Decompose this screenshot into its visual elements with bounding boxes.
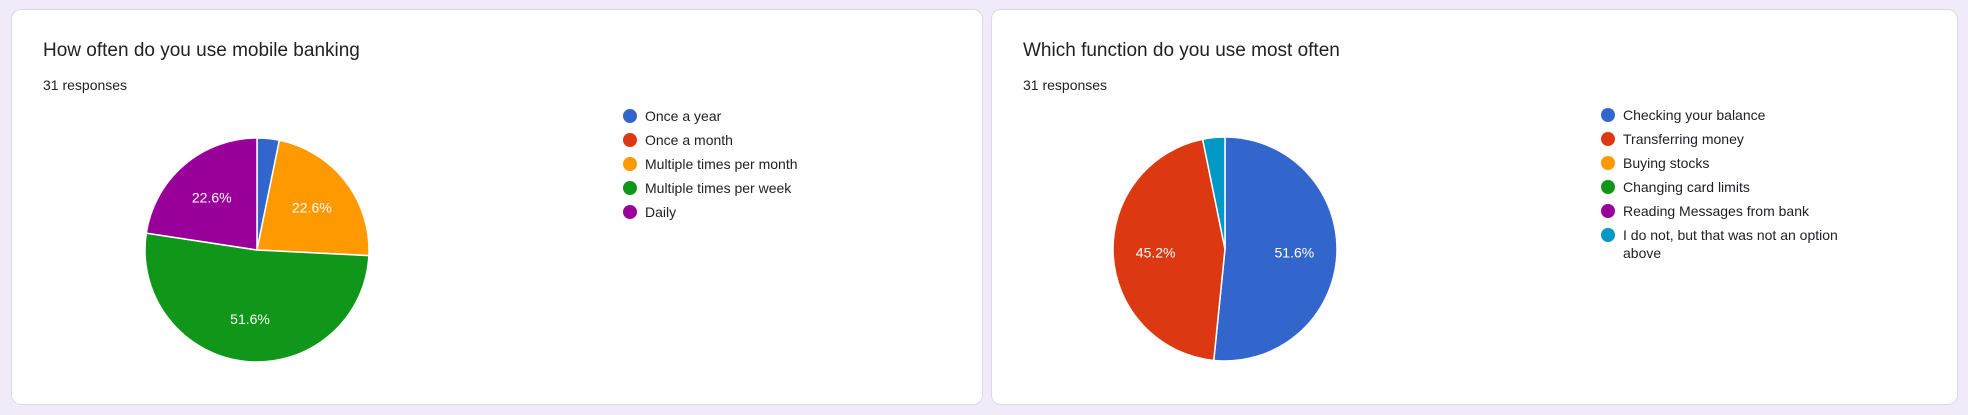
- legend-swatch: [623, 133, 637, 147]
- legend-swatch: [1601, 204, 1615, 218]
- legend-swatch: [623, 181, 637, 195]
- slice-label-multiple-times-per-week: 51.6%: [230, 311, 270, 327]
- legend-item-once-a-month: Once a month: [623, 131, 895, 149]
- legend-swatch: [623, 157, 637, 171]
- legend-swatch: [1601, 180, 1615, 194]
- legend-swatch: [623, 109, 637, 123]
- legend-label: Multiple times per week: [645, 180, 792, 196]
- legend-item-changing-card-limits: Changing card limits: [1601, 178, 1873, 196]
- legend-label: Transferring money: [1623, 131, 1744, 147]
- legend-item-once-a-year: Once a year: [623, 107, 895, 125]
- slice-label-daily: 22.6%: [192, 189, 232, 205]
- chart-legend: Once a year Once a month Multiple times pe…: [623, 107, 895, 227]
- slice-label-transferring-money: 45.2%: [1136, 244, 1176, 260]
- legend-swatch: [1601, 132, 1615, 146]
- legend-item-buying-stocks: Buying stocks: [1601, 154, 1873, 172]
- legend-item-multiple-times-per-month: Multiple times per month: [623, 155, 895, 173]
- legend-label: Buying stocks: [1623, 155, 1710, 171]
- slice-label-multiple-times-per-month: 22.6%: [292, 199, 332, 215]
- legend-item-multiple-times-per-week: Multiple times per week: [623, 179, 895, 197]
- legend-label: Reading Messages from bank: [1623, 203, 1809, 219]
- legend-item-i-do-not-but-that-was-not-an-option-above: I do not, but that was not an option abo…: [1601, 226, 1873, 262]
- legend-label: I do not, but that was not an option abo…: [1623, 227, 1838, 261]
- legend-label: Once a month: [645, 132, 733, 148]
- legend-swatch: [1601, 156, 1615, 170]
- chart-card-function: Which function do you use most often 31 …: [991, 9, 1958, 405]
- legend-label: Once a year: [645, 108, 722, 124]
- legend-item-daily: Daily: [623, 203, 895, 221]
- legend-label: Checking your balance: [1623, 107, 1766, 123]
- legend-item-checking-your-balance: Checking your balance: [1601, 106, 1873, 124]
- legend-label: Changing card limits: [1623, 179, 1750, 195]
- legend-label: Daily: [645, 204, 677, 220]
- chart-legend: Checking your balance Transferring money B…: [1601, 106, 1873, 268]
- legend-item-reading-messages-from-bank: Reading Messages from bank: [1601, 202, 1873, 220]
- chart-card-frequency: How often do you use mobile banking 31 r…: [11, 9, 983, 405]
- legend-item-transferring-money: Transferring money: [1601, 130, 1873, 148]
- slice-label-checking-your-balance: 51.6%: [1275, 244, 1315, 260]
- legend-swatch: [1601, 108, 1615, 122]
- legend-swatch: [623, 205, 637, 219]
- legend-label: Multiple times per month: [645, 156, 798, 172]
- legend-swatch: [1601, 228, 1615, 242]
